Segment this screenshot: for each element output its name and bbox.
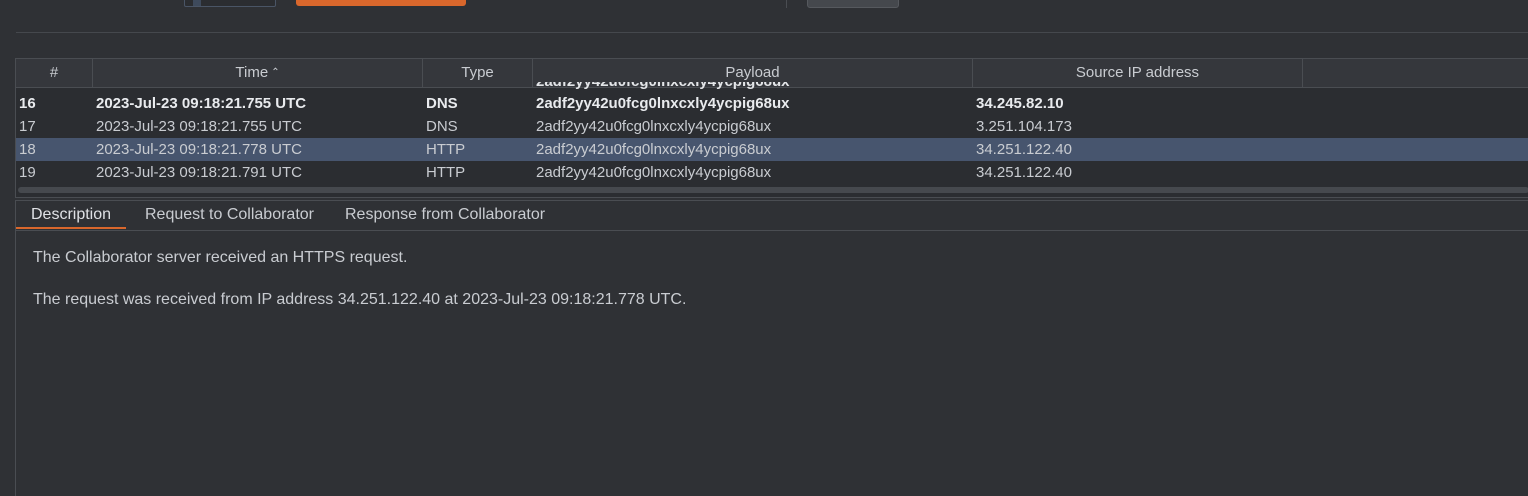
cell-type: DNS — [426, 118, 458, 135]
tab-label: Response from Collaborator — [345, 206, 546, 223]
tab-request-to-collaborator[interactable]: Request to Collaborator — [130, 201, 329, 229]
cell-type: DNS — [426, 95, 458, 112]
table-row[interactable]: 17 2023-Jul-23 09:18:21.755 UTC DNS 2adf… — [16, 115, 1528, 138]
table-row-selected[interactable]: 18 2023-Jul-23 09:18:21.778 UTC HTTP 2ad… — [16, 138, 1528, 161]
cell-type: HTTP — [426, 141, 466, 158]
cell-number: 19 — [19, 164, 36, 181]
cell-number: 18 — [19, 141, 36, 158]
cell-number: 17 — [19, 118, 36, 135]
top-toolbar — [0, 0, 1528, 34]
cell-time: 2023-Jul-23 09:18:21.755 UTC — [96, 118, 302, 135]
table-row[interactable]: 16 2023-Jul-23 09:18:21.755 UTC DNS 2adf… — [16, 92, 1528, 115]
interactions-table: # Time⌃ Type Payload Source IP address 2… — [15, 58, 1528, 198]
detail-tabs: Description Request to Collaborator Resp… — [16, 200, 1528, 231]
cell-payload: 2adf2yy42u0fcg0lnxcxly4ycpig68ux — [536, 141, 772, 158]
toolbar-separator — [786, 0, 787, 8]
cell-payload: 2adf2yy42u0fcg0lnxcxly4ycpig68ux — [536, 164, 772, 181]
horizontal-scrollbar[interactable] — [18, 187, 1528, 193]
cell-time: 2023-Jul-23 09:18:21.791 UTC — [96, 164, 302, 181]
interaction-detail-panel: Description Request to Collaborator Resp… — [15, 200, 1528, 496]
column-header-label: Payload — [725, 64, 780, 81]
cell-time: 2023-Jul-23 09:18:21.778 UTC — [96, 141, 302, 158]
cell-type: HTTP — [426, 164, 466, 181]
column-header-label: Time — [235, 64, 269, 81]
cell-time: 2023-Jul-23 09:18:21.755 UTC — [96, 95, 307, 112]
tab-description[interactable]: Description — [16, 201, 127, 229]
cell-payload: 2adf2yy42u0fcg0lnxcxly4ycpig68ux — [536, 82, 789, 90]
cell-source-ip: 34.251.122.40 — [976, 164, 1072, 181]
tab-label: Request to Collaborator — [145, 206, 314, 223]
cell-source-ip: 3.251.104.173 — [976, 118, 1072, 135]
column-header-label: Source IP address — [1075, 64, 1200, 81]
cell-source-ip: 34.245.82.10 — [976, 95, 1064, 112]
cell-payload: 2adf2yy42u0fcg0lnxcxly4ycpig68ux — [536, 95, 790, 112]
copy-to-clipboard-button[interactable] — [296, 0, 466, 6]
poll-interval-input[interactable] — [184, 0, 276, 7]
tab-response-from-collaborator[interactable]: Response from Collaborator — [330, 201, 560, 229]
table-row[interactable]: 19 2023-Jul-23 09:18:21.791 UTC HTTP 2ad… — [16, 161, 1528, 184]
column-header-label: # — [49, 64, 59, 81]
caret-up-icon: ⌃ — [271, 67, 280, 78]
cell-payload: 2adf2yy42u0fcg0lnxcxly4ycpig68ux — [536, 118, 772, 135]
description-line-2: The request was received from IP address… — [33, 291, 687, 308]
table-row-partial[interactable]: 2adf2yy42u0fcg0lnxcxly4ycpig68ux — [16, 82, 1528, 92]
input-caret — [193, 0, 201, 6]
toolbar-divider — [16, 32, 1528, 33]
poll-now-button[interactable] — [807, 0, 899, 8]
cell-source-ip: 34.251.122.40 — [976, 141, 1072, 158]
tab-label: Description — [31, 206, 112, 223]
description-line-1: The Collaborator server received an HTTP… — [33, 249, 408, 266]
column-header-label: Type — [461, 64, 494, 81]
cell-number: 16 — [19, 95, 36, 112]
